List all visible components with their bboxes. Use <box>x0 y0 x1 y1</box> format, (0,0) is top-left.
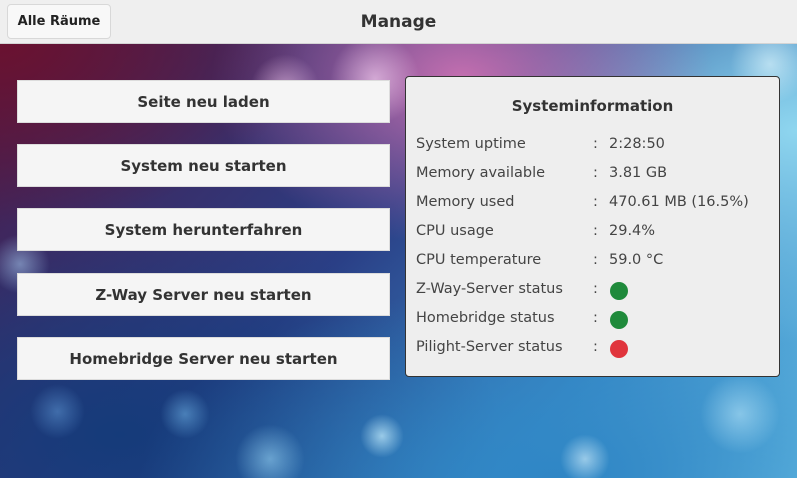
info-value: 2:28:50 <box>609 136 665 152</box>
info-label: Z-Way-Server status <box>416 281 563 297</box>
bokeh-light <box>360 414 404 458</box>
info-separator: : <box>593 310 598 326</box>
back-to-rooms-button[interactable]: Alle Räume <box>7 4 111 39</box>
info-label: Pilight-Server status <box>416 339 563 355</box>
restart-system-button[interactable]: System neu starten <box>17 144 390 187</box>
info-value: 59.0 °C <box>609 252 664 268</box>
header-bar: Alle Räume Manage <box>0 0 797 44</box>
info-separator: : <box>593 339 598 355</box>
system-information-panel: Systeminformation System uptime : 2:28:5… <box>405 76 780 377</box>
info-separator: : <box>593 165 598 181</box>
info-separator: : <box>593 223 598 239</box>
restart-homebridge-server-button[interactable]: Homebridge Server neu starten <box>17 337 390 380</box>
info-label: Homebridge status <box>416 310 555 326</box>
info-separator: : <box>593 281 598 297</box>
shutdown-system-button[interactable]: System herunterfahren <box>17 208 390 251</box>
status-indicator-icon <box>610 282 628 300</box>
reload-page-button[interactable]: Seite neu laden <box>17 80 390 123</box>
bokeh-light <box>235 424 305 478</box>
info-label: Memory used <box>416 194 515 210</box>
bokeh-light <box>30 384 85 439</box>
panel-title: Systeminformation <box>511 97 674 115</box>
status-indicator-icon <box>610 340 628 358</box>
info-value: 29.4% <box>609 223 656 239</box>
info-label: Memory available <box>416 165 546 181</box>
info-separator: : <box>593 136 598 152</box>
bokeh-light <box>160 389 210 439</box>
info-separator: : <box>593 194 598 210</box>
restart-zway-server-button[interactable]: Z-Way Server neu starten <box>17 273 390 316</box>
info-label: CPU usage <box>416 223 494 239</box>
info-separator: : <box>593 252 598 268</box>
info-value: 3.81 GB <box>609 165 668 181</box>
info-label: CPU temperature <box>416 252 542 268</box>
status-indicator-icon <box>610 311 628 329</box>
info-value: 470.61 MB (16.5%) <box>609 194 749 210</box>
info-label: System uptime <box>416 136 526 152</box>
page-title: Manage <box>360 11 437 32</box>
bokeh-light <box>700 374 780 454</box>
bokeh-light <box>560 434 610 478</box>
